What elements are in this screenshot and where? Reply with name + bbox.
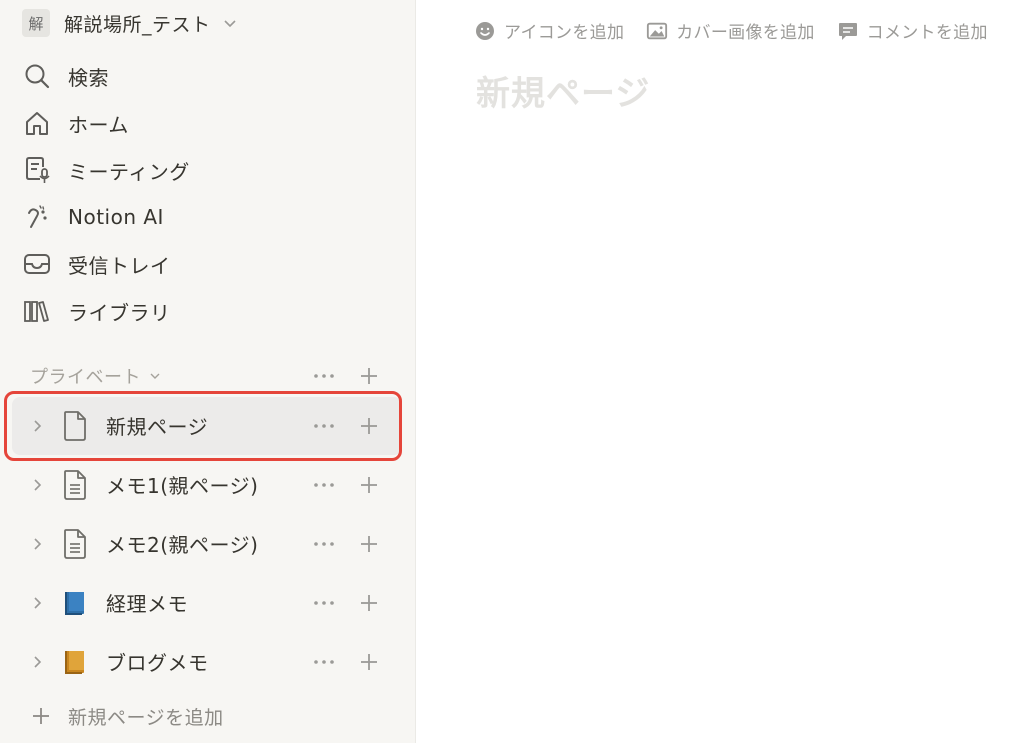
page-header-actions: アイコンを追加 カバー画像を追加 コメントを追加 <box>474 18 1010 43</box>
add-icon-label: アイコンを追加 <box>504 23 625 43</box>
nav-meetings[interactable]: ミーティング <box>22 154 190 186</box>
home-icon <box>22 108 52 138</box>
notion-ai-icon <box>22 202 52 232</box>
nav-search[interactable]: 検索 <box>22 60 109 92</box>
more-icon[interactable] <box>310 650 338 674</box>
document-icon <box>60 527 90 561</box>
add-icon-button[interactable]: アイコンを追加 <box>474 18 624 43</box>
page-item-label: 経理メモ <box>106 592 188 616</box>
library-icon <box>22 296 52 326</box>
page-item-new-page[interactable]: 新規ページ <box>12 397 402 455</box>
chevron-right-icon[interactable] <box>30 652 46 672</box>
nav-meetings-label: ミーティング <box>68 159 190 184</box>
add-icon[interactable] <box>356 413 382 439</box>
page-item-label: メモ2(親ページ) <box>106 533 259 557</box>
inbox-icon <box>22 249 52 279</box>
nav-inbox-label: 受信トレイ <box>68 253 171 278</box>
chevron-down-icon <box>223 18 237 28</box>
add-new-page-button[interactable]: 新規ページを追加 <box>30 702 224 730</box>
comment-icon <box>837 20 859 42</box>
page-item-blog-memo[interactable]: ブログメモ <box>12 633 402 691</box>
add-comment-label: コメントを追加 <box>866 23 988 43</box>
add-icon[interactable] <box>356 531 382 557</box>
page-item-label: メモ1(親ページ) <box>106 474 259 498</box>
page-item-label: ブログメモ <box>106 651 209 675</box>
section-add-button[interactable] <box>356 363 382 389</box>
workspace-badge: 解 <box>22 9 50 37</box>
page-title-placeholder[interactable]: 新規ページ <box>476 66 650 115</box>
section-more-button[interactable] <box>310 364 338 388</box>
add-icon[interactable] <box>356 590 382 616</box>
nav-search-label: 検索 <box>68 65 109 90</box>
nav-home[interactable]: ホーム <box>22 107 129 139</box>
smiley-icon <box>474 20 496 42</box>
nav-inbox[interactable]: 受信トレイ <box>22 248 171 280</box>
workspace-switcher[interactable]: 解 解説場所_テスト <box>22 8 237 38</box>
more-icon[interactable] <box>310 473 338 497</box>
document-icon <box>60 468 90 502</box>
chevron-right-icon[interactable] <box>30 593 46 613</box>
chevron-right-icon[interactable] <box>30 534 46 554</box>
page-icon <box>60 409 90 443</box>
nav-home-label: ホーム <box>68 112 129 137</box>
workspace-name: 解説場所_テスト <box>64 13 211 36</box>
add-cover-label: カバー画像を追加 <box>676 23 815 43</box>
page-item-memo2[interactable]: メモ2(親ページ) <box>12 515 402 573</box>
book-icon <box>60 586 90 620</box>
book-icon <box>60 645 90 679</box>
add-cover-button[interactable]: カバー画像を追加 <box>646 18 814 43</box>
image-icon <box>646 20 668 42</box>
page-item-label: 新規ページ <box>106 415 209 439</box>
chevron-right-icon[interactable] <box>30 416 46 436</box>
search-icon <box>22 61 52 91</box>
page-item-accounting-memo[interactable]: 経理メモ <box>12 574 402 632</box>
add-comment-button[interactable]: コメントを追加 <box>837 18 988 43</box>
page-item-memo1[interactable]: メモ1(親ページ) <box>12 456 402 514</box>
page-editor: アイコンを追加 カバー画像を追加 コメントを追加 新規ページ <box>416 0 1024 743</box>
nav-notion-ai[interactable]: Notion AI <box>22 201 164 233</box>
plus-icon <box>30 705 52 727</box>
chevron-down-icon <box>149 371 161 381</box>
private-section-label: プライベート <box>30 367 141 388</box>
chevron-right-icon[interactable] <box>30 475 46 495</box>
add-new-page-label: 新規ページを追加 <box>68 706 224 729</box>
sidebar: 解 解説場所_テスト 検索 ホーム ミーティング Notion AI 受信トレイ… <box>0 0 416 743</box>
more-icon[interactable] <box>310 532 338 556</box>
nav-library[interactable]: ライブラリ <box>22 295 171 327</box>
more-icon[interactable] <box>310 591 338 615</box>
more-icon[interactable] <box>310 414 338 438</box>
add-icon[interactable] <box>356 649 382 675</box>
add-icon[interactable] <box>356 472 382 498</box>
private-section-header[interactable]: プライベート <box>30 362 161 390</box>
nav-notion-ai-label: Notion AI <box>68 205 164 229</box>
nav-library-label: ライブラリ <box>68 300 171 325</box>
meeting-notes-icon <box>22 155 52 185</box>
